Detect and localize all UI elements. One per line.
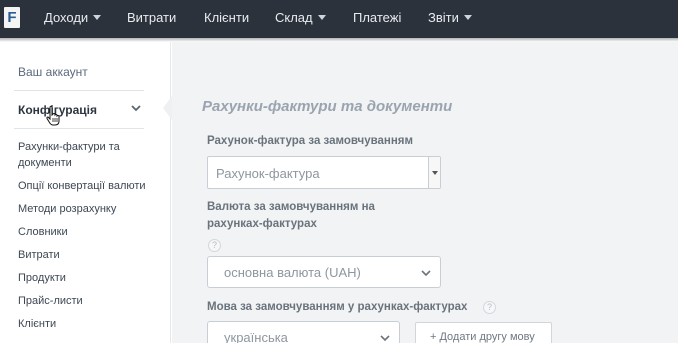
nav-clients[interactable]: Клієнти [204,10,249,26]
sidebar-item-products[interactable]: Продукти [18,270,66,286]
nav-reports-label: Звіти [428,10,459,25]
default-language-value: українська [224,330,288,343]
nav-warehouse[interactable]: Склад [275,10,326,26]
chevron-down-icon[interactable] [131,103,141,113]
nav-income[interactable]: Доходи [44,10,102,26]
sidebar-item-dictionaries[interactable]: Словники [18,224,68,240]
sidebar-divider [14,128,144,129]
chevron-down-icon [380,335,390,342]
nav-clients-label: Клієнти [204,10,250,25]
caret-down-icon [93,15,102,20]
default-invoice-value: Рахунок-фактура [216,166,320,181]
default-language-select[interactable]: українська [207,321,400,343]
add-second-language-button[interactable]: + Додати другу мову [415,322,552,343]
nav-income-label: Доходи [44,10,89,25]
caret-down-icon [317,15,326,20]
sidebar-item-invoices-documents[interactable]: Рахунки-фактури та документи [18,139,138,171]
nav-warehouse-label: Склад [275,10,313,25]
default-currency-label-line2: рахунках-фактурах [207,218,317,230]
chevron-down-icon [421,270,431,277]
settings-sidebar: Ваш аккаунт Конфігурація Рахунки-фактури… [0,42,171,343]
nav-expenses-label: Витрати [127,10,177,25]
sidebar-item-currency-conversion[interactable]: Опції конвертації валюти [18,178,146,194]
hand-cursor-icon [46,105,60,126]
app-logo[interactable]: F [4,7,20,28]
default-language-label: Мова за замовчуванням у рахунках-фактура… [207,301,468,313]
default-currency-value: основна валюта (UAH) [224,265,361,280]
default-currency-select[interactable]: основна валюта (UAH) [207,256,441,288]
active-section-pointer [163,96,172,120]
sidebar-divider [14,90,144,91]
nav-payments[interactable]: Платежі [353,10,401,26]
sidebar-item-payment-methods[interactable]: Методи розрахунку [18,201,116,217]
nav-expenses[interactable]: Витрати [127,10,176,26]
dropdown-toggle-icon[interactable] [428,157,440,188]
nav-reports[interactable]: Звіти [428,10,472,26]
default-invoice-label: Рахунок-фактура за замовчуванням [207,135,414,147]
nav-payments-label: Платежі [353,10,402,25]
caret-down-icon [463,15,472,20]
help-icon[interactable]: ? [483,301,496,314]
sidebar-item-clients[interactable]: Клієнти [18,316,56,332]
sidebar-item-price-lists[interactable]: Прайс-листи [18,293,83,309]
top-navigation-bar: F Доходи Витрати Клієнти Склад Платежі З… [0,0,678,42]
help-icon[interactable]: ? [208,239,221,252]
main-content: Рахунки-фактури та документи Рахунок-фак… [172,42,678,343]
page-title: Рахунки-фактури та документи [202,98,453,115]
sidebar-item-expenses[interactable]: Витрати [18,247,60,263]
default-currency-label-line1: Валюта за замовчуванням на [207,201,375,213]
default-invoice-combobox[interactable]: Рахунок-фактура [207,156,441,189]
sidebar-item-account[interactable]: Ваш аккаунт [18,65,88,79]
